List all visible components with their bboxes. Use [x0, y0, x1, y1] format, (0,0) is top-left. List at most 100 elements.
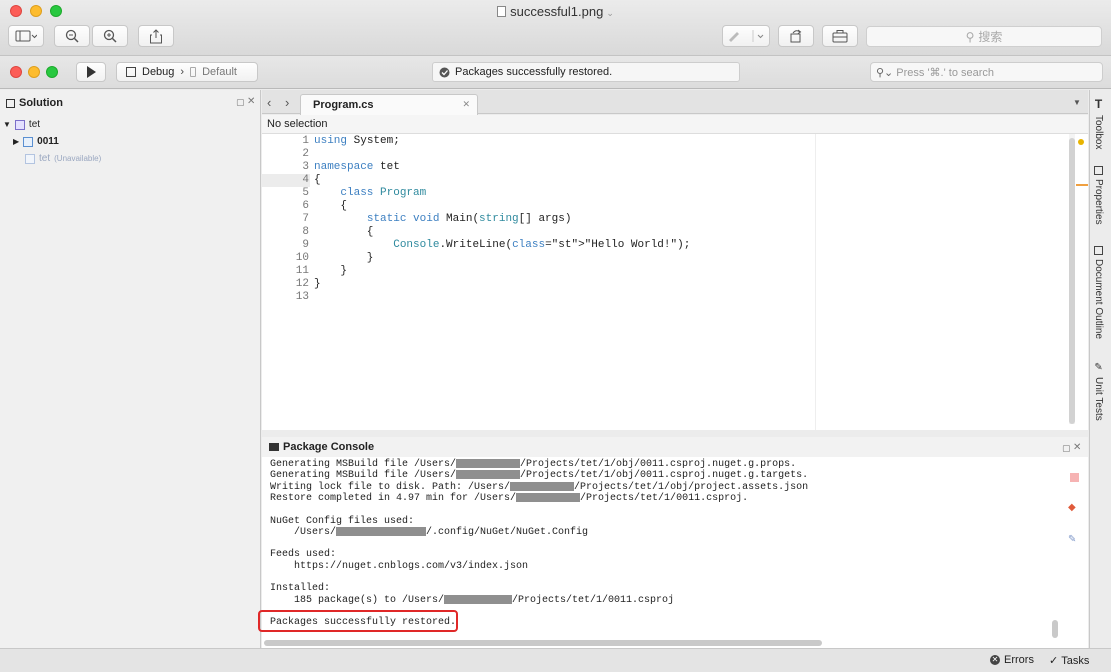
code-line[interactable]: Console.WriteLine(class="st">"Hello Worl…: [314, 239, 690, 251]
sidebar-toggle-button[interactable]: [8, 25, 44, 47]
console-line: Generating MSBuild file /Users/ /Projects…: [270, 470, 808, 481]
tree-item-project-0011[interactable]: ▶ 0011: [13, 136, 59, 147]
highlight-annotation-box: [258, 610, 458, 632]
toolbox-button[interactable]: [822, 25, 858, 47]
tab-document-outline-label: Document Outline: [1093, 259, 1104, 340]
configuration-selector[interactable]: Debug › Default: [116, 62, 258, 82]
scrollbar-thumb[interactable]: [1069, 138, 1075, 424]
properties-icon: [1094, 166, 1103, 175]
pane-close-icon[interactable]: ✕: [247, 96, 255, 107]
code-line[interactable]: using System;: [314, 135, 400, 147]
target-label: Default: [202, 66, 237, 78]
editor-vertical-scrollbar[interactable]: [1069, 134, 1075, 424]
code-line[interactable]: {: [314, 200, 347, 212]
console-line-text: Installed:: [270, 583, 331, 595]
console-line: https://nuget.cnblogs.com/v3/index.json: [270, 561, 528, 572]
tab-unit-tests[interactable]: ✎ Unit Tests: [1093, 362, 1104, 421]
console-line-text: NuGet Config files used:: [270, 515, 415, 527]
tree-item-label: tet: [28, 119, 41, 130]
collapse-arrow-icon[interactable]: ▶: [13, 137, 19, 146]
tab-close-icon[interactable]: ✕: [462, 99, 470, 110]
tab-properties[interactable]: Properties: [1093, 166, 1104, 225]
tree-item-note: (Unavailable): [54, 154, 102, 163]
code-line[interactable]: class Program: [314, 187, 426, 199]
console-line-text: 185 package(s) to /Users/: [270, 594, 445, 606]
console-line: Writing lock file to disk. Path: /Users/…: [270, 481, 808, 493]
status-message-box: Packages successfully restored.: [432, 62, 740, 82]
share-icon: [150, 28, 162, 43]
tasks-pad-button[interactable]: ✓ Tasks: [1049, 654, 1089, 668]
pin-icon[interactable]: ✎: [1068, 534, 1076, 545]
code-line[interactable]: {: [314, 174, 321, 186]
console-line-text: Generating MSBuild file /Users/: [270, 459, 457, 471]
run-button[interactable]: [76, 62, 106, 82]
redacted-username: [336, 526, 427, 536]
console-line-text: Restore completed in 4.97 min for /Users…: [270, 493, 517, 505]
console-line-text: Feeds used:: [270, 549, 337, 561]
nav-back-icon[interactable]: ‹: [267, 95, 271, 110]
console-line-path: /Projects/tet/1/0011.csproj: [512, 594, 675, 606]
rotate-button[interactable]: [778, 25, 814, 47]
ide-close-button[interactable]: [10, 66, 22, 78]
console-vertical-scrollbar[interactable]: [1052, 462, 1058, 638]
tab-document-outline[interactable]: Document Outline: [1093, 246, 1104, 339]
unit-tests-icon: ✎: [1094, 362, 1103, 373]
tree-item-solution[interactable]: ▼ tet: [3, 119, 40, 130]
scrollbar-thumb[interactable]: [1052, 620, 1058, 638]
zoom-out-button[interactable]: [54, 25, 90, 47]
nav-forward-icon[interactable]: ›: [285, 95, 289, 110]
console-close-icon[interactable]: ✕: [1073, 442, 1081, 453]
checkmark-icon: ✓: [1049, 655, 1059, 667]
code-line[interactable]: }: [314, 265, 347, 277]
code-line[interactable]: namespace tet: [314, 161, 400, 173]
code-editor[interactable]: [262, 134, 1088, 430]
briefcase-icon: [832, 30, 848, 43]
tab-program-cs[interactable]: Program.cs ✕: [300, 94, 478, 115]
warning-marker-icon[interactable]: [1078, 139, 1084, 145]
status-message-text: Packages successfully restored.: [455, 66, 613, 78]
command-search-field[interactable]: ⚲⌄ Press '⌘.' to search: [870, 62, 1103, 82]
tree-item-project-tet[interactable]: tet (Unavailable): [25, 153, 101, 164]
tab-overflow-icon[interactable]: ▼: [1073, 98, 1081, 107]
code-line[interactable]: }: [314, 278, 321, 290]
console-line: Restore completed in 4.97 min for /Users…: [270, 492, 748, 505]
errors-pad-button[interactable]: ✕ Errors: [990, 654, 1034, 666]
solution-title-text: Solution: [19, 97, 63, 109]
selection-breadcrumb: No selection: [262, 115, 1088, 134]
chevron-down-icon[interactable]: ⌄: [606, 8, 614, 18]
rotate-icon: [790, 29, 802, 43]
column-guide: [815, 134, 816, 430]
line-number: 9: [302, 239, 309, 251]
zoom-in-button[interactable]: [92, 25, 128, 47]
window-title-text: successful1.png: [510, 4, 604, 19]
checkmark-circle-icon: [439, 67, 450, 77]
share-button[interactable]: [138, 25, 174, 47]
solution-icon: [6, 98, 15, 108]
redacted-username: [444, 594, 513, 604]
redacted-username: [510, 481, 575, 491]
ide-minimize-button[interactable]: [28, 66, 40, 78]
redacted-username: [456, 459, 521, 468]
console-dock-icon[interactable]: ▢: [1062, 443, 1071, 454]
zoom-in-icon: [103, 29, 117, 43]
clear-console-icon[interactable]: ◆: [1068, 502, 1076, 513]
pane-dock-icon[interactable]: ▢: [236, 97, 245, 108]
ide-zoom-button[interactable]: [46, 66, 58, 78]
line-number: 6: [302, 200, 309, 212]
expand-arrow-icon[interactable]: ▼: [3, 120, 11, 129]
line-number: 8: [302, 226, 309, 238]
console-horizontal-scrollbar[interactable]: [264, 640, 822, 646]
code-line[interactable]: {: [314, 226, 374, 238]
solution-pane: Solution ▢ ✕ ▼ tet ▶ 0011 tet (Unavailab…: [0, 90, 261, 648]
code-line[interactable]: static void Main(string[] args): [314, 213, 572, 225]
toolbar-search-field[interactable]: ⚲ 搜索: [866, 26, 1102, 47]
search-icon: ⚲: [965, 29, 975, 44]
markup-button[interactable]: [722, 25, 770, 47]
tree-item-label: 0011: [37, 136, 59, 147]
config-icon: [126, 67, 136, 77]
stop-icon[interactable]: [1070, 473, 1079, 482]
redacted-username: [516, 492, 581, 502]
tab-toolbox[interactable]: T Toolbox: [1093, 97, 1104, 149]
code-line[interactable]: }: [314, 252, 374, 264]
console-line-path: /.config/NuGet/NuGet.Config: [426, 526, 589, 538]
